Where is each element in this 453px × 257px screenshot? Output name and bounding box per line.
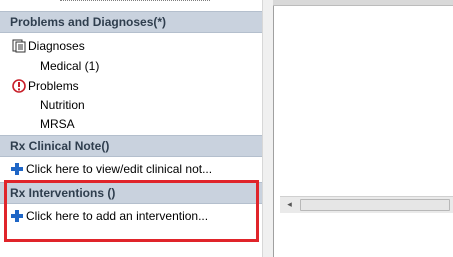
- problems-label: Problems: [28, 79, 79, 93]
- add-intervention-link[interactable]: Click here to add an intervention...: [0, 206, 262, 226]
- right-pane-top-strip: [273, 0, 453, 6]
- section-header-rx-clinical-note[interactable]: Rx Clinical Note(): [0, 135, 262, 157]
- section-header-problems-diagnoses[interactable]: Problems and Diagnoses(*): [0, 11, 262, 33]
- add-intervention-link-label: Click here to add an intervention...: [26, 209, 209, 223]
- alert-icon: [12, 79, 26, 93]
- tree-item-medical[interactable]: Medical (1): [40, 57, 99, 75]
- scroll-left-arrow-icon[interactable]: ◂: [282, 199, 297, 211]
- tree-item-diagnoses[interactable]: Diagnoses: [12, 37, 85, 55]
- tree-item-problems[interactable]: Problems: [12, 77, 79, 95]
- plus-icon: [10, 162, 24, 176]
- tree-item-mrsa[interactable]: MRSA: [40, 115, 75, 133]
- scrollbar-thumb[interactable]: [300, 199, 450, 211]
- truncated-item: [60, 0, 210, 4]
- horizontal-scrollbar[interactable]: ◂: [280, 196, 453, 213]
- clinical-note-link[interactable]: Click here to view/edit clinical not...: [0, 159, 262, 179]
- app-window: Problems and Diagnoses(*) Diagnoses Medi…: [0, 0, 453, 257]
- section-header-rx-interventions[interactable]: Rx Interventions (): [0, 182, 262, 204]
- tree-item-nutrition[interactable]: Nutrition: [40, 96, 85, 114]
- left-panel: Problems and Diagnoses(*) Diagnoses Medi…: [0, 0, 263, 257]
- document-icon: [12, 39, 26, 53]
- plus-icon: [10, 209, 24, 223]
- diagnoses-label: Diagnoses: [28, 39, 85, 53]
- left-panel-empty-area: [0, 246, 262, 257]
- top-cut-off-row: [0, 0, 262, 8]
- right-content-pane: [273, 0, 453, 257]
- pane-splitter[interactable]: [262, 0, 273, 257]
- clinical-note-link-label: Click here to view/edit clinical not...: [26, 162, 213, 176]
